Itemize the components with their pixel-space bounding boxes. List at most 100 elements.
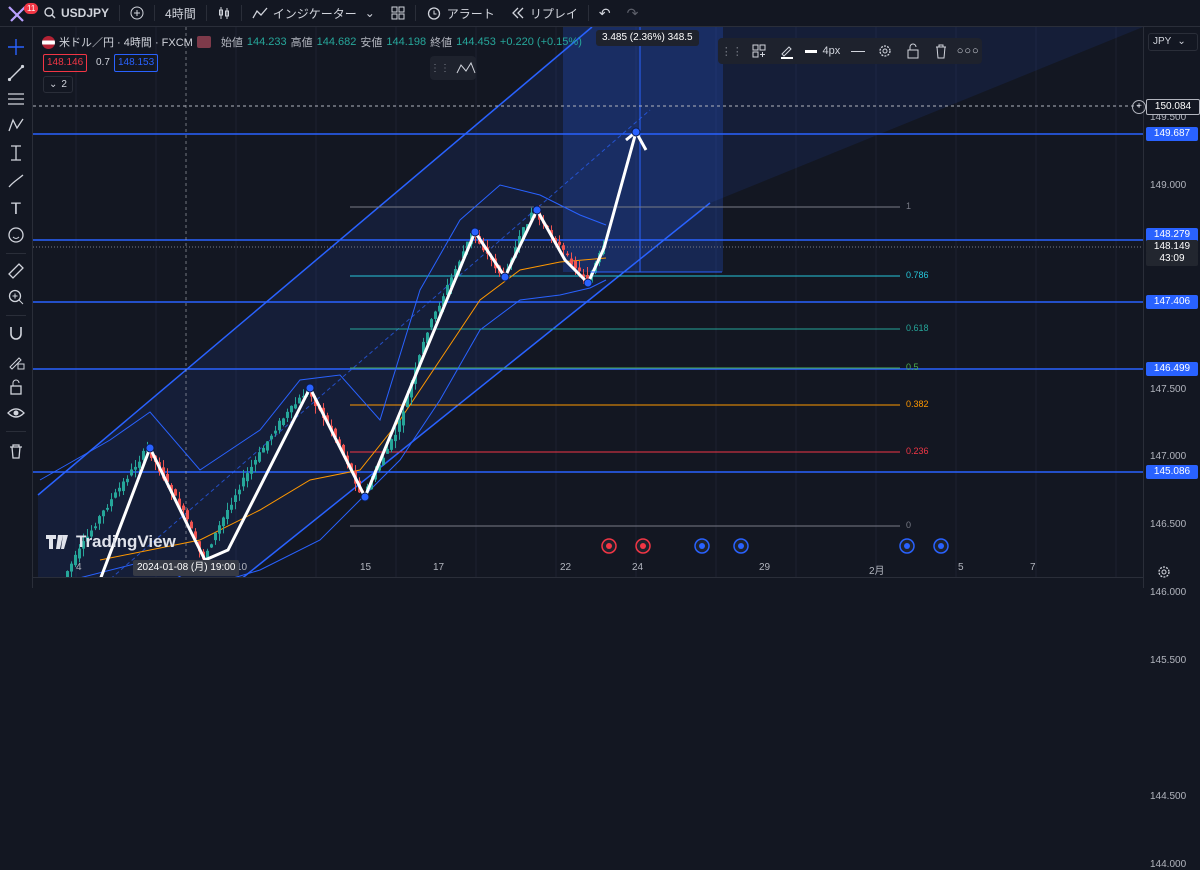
layouts-button[interactable]: [383, 0, 413, 26]
symbol-search[interactable]: USDJPY: [36, 0, 117, 26]
forecast-tool[interactable]: [4, 141, 28, 165]
chart-type-button[interactable]: [209, 0, 239, 26]
fib-tool[interactable]: [4, 87, 28, 111]
text-tool[interactable]: T: [4, 197, 28, 221]
text-icon: T: [10, 199, 22, 218]
projection-icon: [11, 145, 21, 161]
sell-price-box[interactable]: 148.146: [43, 54, 88, 72]
plus-circle-icon: [130, 6, 144, 20]
candle-body: [242, 477, 245, 487]
currency-selector[interactable]: JPY ⌄: [1148, 33, 1198, 51]
change-value: +0.220 (+0.15%): [499, 36, 582, 48]
compare-add-button[interactable]: [122, 0, 152, 26]
tv-logo-icon: [46, 535, 68, 549]
time-tick-label: 5: [958, 562, 964, 573]
pattern-tool[interactable]: [4, 113, 28, 137]
pattern-toolbar[interactable]: ⋮⋮: [430, 56, 476, 80]
fib-level-label: 1: [906, 201, 912, 211]
replay-button[interactable]: リプレイ: [503, 0, 586, 26]
indicators-collapse[interactable]: ⌄ 2: [43, 76, 73, 93]
crosshair-tool[interactable]: [4, 35, 28, 59]
high-label: 高値: [290, 37, 313, 49]
notification-badge: 11: [24, 3, 39, 14]
drag-handle[interactable]: ⋮⋮: [718, 38, 746, 64]
economic-event-dot: [938, 543, 944, 549]
redo-button[interactable]: ↷: [619, 0, 647, 26]
fib-level-label: 0: [906, 520, 912, 530]
pattern-point: [360, 492, 370, 502]
buy-price-box[interactable]: 148.153: [114, 54, 159, 72]
candle-body: [114, 492, 117, 498]
low-label: 安値: [360, 37, 383, 49]
time-tick-label: 17: [433, 562, 445, 573]
template-button[interactable]: [746, 38, 774, 64]
trash-icon: [935, 44, 946, 59]
lock-drawings[interactable]: [4, 375, 28, 399]
ruler-tool[interactable]: [4, 259, 28, 283]
search-icon: [44, 7, 56, 19]
delete-button[interactable]: [927, 38, 955, 64]
brush-tool[interactable]: [4, 169, 28, 193]
price-tag: 147.406: [1146, 295, 1198, 309]
magnet-tool[interactable]: [4, 321, 28, 345]
smiley-icon: [8, 227, 24, 243]
time-axis[interactable]: [33, 577, 1143, 589]
hide-drawings[interactable]: [4, 401, 28, 425]
chart-pane[interactable]: [33, 27, 1143, 577]
lock-button[interactable]: [899, 38, 927, 64]
price-tick-label: 149.000: [1150, 180, 1187, 191]
line-width-button[interactable]: 4px: [801, 38, 844, 64]
line-style-button[interactable]: [844, 38, 872, 64]
lock-drawings-edit[interactable]: [4, 349, 28, 373]
candle-body: [234, 495, 237, 502]
add-level-icon[interactable]: +: [1132, 100, 1146, 114]
chart-canvas[interactable]: [33, 27, 1143, 577]
price-tick-label: 144.500: [1150, 790, 1187, 802]
economic-event-dot: [699, 543, 705, 549]
time-tick-label: 7: [1030, 562, 1036, 573]
candle-body: [230, 504, 233, 510]
fib-level-label: 0.382: [906, 399, 929, 409]
lock-icon: [907, 43, 919, 59]
candle-body: [70, 563, 73, 572]
undo-button[interactable]: ↶: [591, 0, 619, 26]
price-tick-label: 146.500: [1150, 519, 1187, 531]
tradingview-menu-icon[interactable]: 11: [6, 3, 39, 23]
price-tag: 145.086: [1146, 465, 1198, 479]
economic-event-dot: [640, 543, 646, 549]
price-tick-label: 145.500: [1150, 654, 1187, 666]
legend-more[interactable]: [196, 36, 211, 48]
candle-body: [386, 449, 389, 454]
alert-label: アラート: [446, 6, 495, 21]
candle-body: [130, 469, 133, 476]
currency-label: JPY: [1153, 36, 1172, 47]
candle-body: [562, 245, 565, 250]
interval-button[interactable]: 4時間: [157, 0, 204, 26]
top-toolbar: 11 USDJPY 4時間 インジケーター ⌄ アラート リプレイ ↶ ↷: [0, 0, 1200, 27]
open-label: 始値: [220, 37, 243, 49]
settings-icon[interactable]: [1156, 564, 1172, 583]
candle-body: [226, 509, 229, 519]
alert-button[interactable]: アラート: [418, 0, 503, 26]
candle-body: [102, 510, 105, 517]
measure-box: [563, 27, 723, 272]
pattern-point: [500, 272, 510, 282]
settings-button[interactable]: [872, 38, 900, 64]
remove-drawings[interactable]: [4, 439, 28, 463]
trendline-tool[interactable]: [4, 61, 28, 85]
candle-body: [566, 253, 569, 256]
indicators-button[interactable]: インジケーター ⌄: [244, 0, 383, 26]
measure-label: 3.485 (2.36%) 348.5: [596, 30, 699, 46]
fib-level-label: 0.236: [906, 446, 929, 456]
line-color-button[interactable]: [773, 38, 801, 64]
more-button[interactable]: ○○○: [954, 38, 982, 64]
candle-body: [290, 405, 293, 413]
zoom-tool[interactable]: [4, 285, 28, 309]
indicators-icon: [252, 7, 268, 19]
replay-label: リプレイ: [529, 6, 578, 21]
price-tick-label: 144.000: [1150, 858, 1187, 870]
grid-plus-icon: [752, 44, 766, 58]
undo-icon: ↶: [598, 4, 611, 21]
collapse-count: 2: [61, 79, 67, 90]
emoji-tool[interactable]: [4, 223, 28, 247]
